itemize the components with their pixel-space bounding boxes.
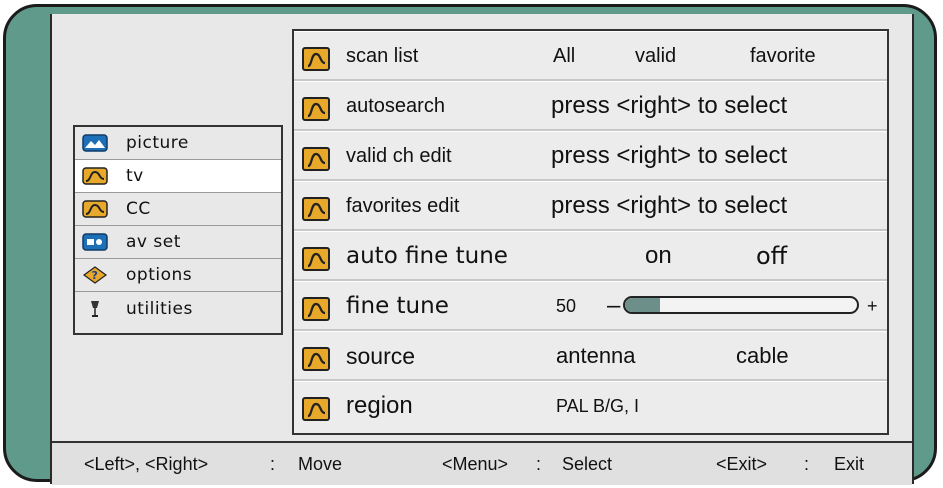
slider-minus[interactable]: – [607,282,620,330]
slider-plus[interactable]: + [867,282,878,330]
folder-wave-icon [302,297,330,321]
folder-wave-icon [302,97,330,121]
folder-wave-icon [302,397,330,421]
hint-select-label: Select [562,454,613,474]
row-favorites-edit[interactable]: favorites edit press <right> to select [294,181,887,231]
side-item-tv[interactable]: tv [75,160,281,193]
row-label: scan list [346,45,419,67]
option-antenna[interactable]: antenna [556,332,636,380]
row-auto-fine-tune[interactable]: auto fine tune on off [294,231,887,281]
row-label: fine tune [346,293,449,319]
fine-tune-slider[interactable] [623,296,859,314]
side-item-label: utilities [126,298,193,319]
hint-separator: : [270,454,276,474]
key-hint-bar: <Left>, <Right> : Move <Menu> : Select <… [52,441,912,485]
row-value: press <right> to select [551,92,788,119]
row-scan-list[interactable]: scan list All valid favorite [294,31,887,81]
folder-wave-icon [302,47,330,71]
hint-exit-label: Exit [834,454,865,474]
svg-text:?: ? [92,269,99,282]
folder-wave-icon [302,147,330,171]
hint-separator: : [536,454,542,474]
row-value: press <right> to select [551,142,788,169]
side-menu: picture tv CC av set ? options utilities [73,125,283,335]
option-all[interactable]: All [553,32,575,80]
settings-panel: scan list All valid favorite autosearch … [292,29,889,435]
side-item-utilities[interactable]: utilities [75,292,281,325]
row-label: source [346,343,416,369]
side-item-label: CC [126,199,151,219]
side-item-options[interactable]: ? options [75,259,281,292]
row-label: favorites edit [346,195,460,217]
row-region[interactable]: region PAL B/G, I [294,381,887,433]
hint-exit-key: <Exit> [716,454,768,474]
option-valid[interactable]: valid [635,32,676,80]
row-label: autosearch [346,95,445,117]
option-off[interactable]: off [756,232,787,280]
slider-fill [625,298,660,312]
side-item-picture[interactable]: picture [75,127,281,160]
side-item-label: picture [126,133,189,153]
tv-icon [82,167,108,185]
row-autosearch[interactable]: autosearch press <right> to select [294,81,887,131]
row-label: region [346,392,413,419]
option-cable[interactable]: cable [736,332,789,380]
folder-wave-icon [302,197,330,221]
row-value: press <right> to select [551,192,788,219]
options-icon: ? [82,266,108,284]
row-value: PAL B/G, I [556,396,640,416]
side-item-av-set[interactable]: av set [75,226,281,259]
side-item-cc[interactable]: CC [75,193,281,226]
row-source[interactable]: source antenna cable [294,331,887,381]
hint-separator: : [804,454,810,474]
hint-move-keys: <Left>, <Right> [84,454,209,474]
row-label: valid ch edit [346,145,452,167]
av-set-icon [82,233,108,251]
utilities-icon [91,300,99,317]
row-fine-tune[interactable]: fine tune 50 – + [294,281,887,331]
option-on[interactable]: on [645,232,672,280]
fine-tune-value: 50 [556,296,577,316]
folder-wave-icon [302,247,330,271]
row-valid-ch-edit[interactable]: valid ch edit press <right> to select [294,131,887,181]
picture-icon [82,134,108,152]
hint-move-label: Move [298,454,343,474]
row-label: auto fine tune [346,243,508,269]
side-item-label: av set [126,232,181,252]
side-item-label: tv [126,166,144,186]
option-favorite[interactable]: favorite [750,32,816,80]
side-item-label: options [126,265,193,285]
cc-icon [82,200,108,218]
folder-wave-icon [302,347,330,371]
hint-menu-key: <Menu> [442,454,509,474]
